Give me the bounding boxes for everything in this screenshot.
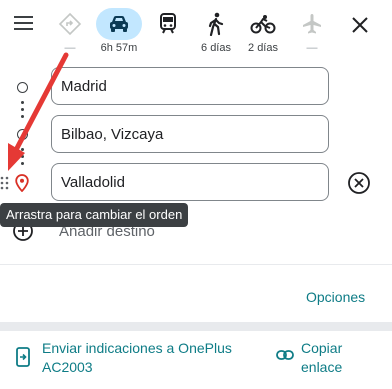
link-icon[interactable] bbox=[276, 348, 294, 362]
send-to-device-line2: AC2003 bbox=[42, 359, 93, 375]
copy-link-line1: Copiar bbox=[301, 340, 343, 356]
send-to-phone-icon[interactable] bbox=[15, 347, 31, 367]
send-to-device-button[interactable]: Enviar indicaciones a OnePlus AC2003 bbox=[42, 339, 232, 377]
section-divider bbox=[0, 322, 392, 331]
send-to-device-line1: Enviar indicaciones a OnePlus bbox=[42, 340, 232, 356]
copy-link-button[interactable]: Copiar enlace bbox=[301, 339, 342, 377]
divider bbox=[0, 264, 392, 265]
copy-link-line2: enlace bbox=[301, 359, 343, 375]
options-button[interactable]: Opciones bbox=[306, 289, 365, 305]
